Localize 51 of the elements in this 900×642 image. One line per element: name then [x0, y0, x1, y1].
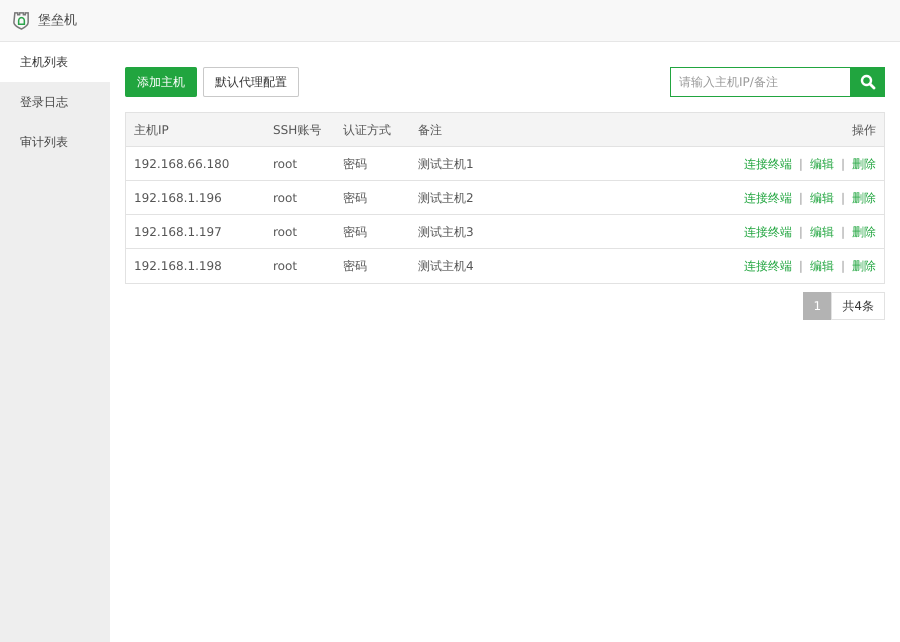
action-link[interactable]: 编辑 — [810, 154, 834, 172]
column-header: SSH账号 — [273, 122, 322, 138]
shield-icon — [12, 11, 31, 30]
separator: | — [798, 190, 803, 206]
separator: | — [798, 258, 803, 275]
action-link[interactable]: 连接终端 — [744, 222, 792, 240]
action-link[interactable]: 编辑 — [810, 257, 834, 275]
action-link[interactable]: 连接终端 — [744, 188, 792, 206]
table-cell-text: 测试主机3 — [418, 224, 474, 240]
column-header: 主机IP — [134, 122, 170, 138]
action-link[interactable]: 删除 — [852, 154, 876, 172]
separator: | — [840, 224, 845, 240]
table-cell-text: 192.168.1.196 — [134, 190, 223, 206]
separator: | — [798, 224, 803, 240]
table-cell-text: 密码 — [343, 156, 368, 172]
app-title: 堡垒机 — [38, 12, 77, 30]
table-cell-text: 192.168.1.198 — [134, 258, 223, 275]
total-count: 共4条 — [831, 292, 885, 320]
sidebar-item[interactable]: 主机列表 — [0, 42, 110, 82]
table-cell-text: 密码 — [343, 258, 368, 275]
separator: | — [798, 156, 803, 172]
table-cell-text: root — [273, 224, 298, 240]
table-cell-text: root — [273, 156, 298, 172]
search-button[interactable] — [851, 67, 885, 97]
proxy-config-button[interactable]: 默认代理配置 — [203, 67, 299, 97]
table-cell-text: 192.168.1.197 — [134, 224, 223, 240]
search-icon — [860, 74, 876, 90]
table-cell-text: 测试主机1 — [418, 156, 474, 172]
separator: | — [840, 258, 845, 275]
page-number[interactable]: 1 — [803, 292, 832, 320]
table-cell-text: 192.168.66.180 — [134, 156, 230, 172]
search-field[interactable]: 请输入主机IP/备注 — [670, 67, 851, 97]
table-cell-text: 密码 — [343, 224, 368, 240]
column-header: 认证方式 — [343, 122, 392, 138]
action-link[interactable]: 连接终端 — [744, 257, 792, 275]
column-header: 操作 — [852, 122, 876, 138]
table-cell-text: root — [273, 190, 298, 206]
action-link[interactable]: 删除 — [852, 257, 876, 275]
action-link[interactable]: 编辑 — [810, 222, 834, 240]
action-link[interactable]: 删除 — [852, 188, 876, 206]
action-link[interactable]: 编辑 — [810, 188, 834, 206]
separator: | — [840, 156, 845, 172]
column-header: 备注 — [418, 122, 442, 138]
table-cell-text: 测试主机4 — [418, 258, 474, 275]
separator: | — [840, 190, 845, 206]
table-cell-text: 测试主机2 — [418, 190, 474, 206]
table-cell-text: 密码 — [343, 190, 368, 206]
add-host-button[interactable]: 添加主机 — [125, 67, 197, 97]
action-link[interactable]: 删除 — [852, 222, 876, 240]
action-link[interactable]: 连接终端 — [744, 154, 792, 172]
table-cell-text: root — [273, 258, 298, 275]
